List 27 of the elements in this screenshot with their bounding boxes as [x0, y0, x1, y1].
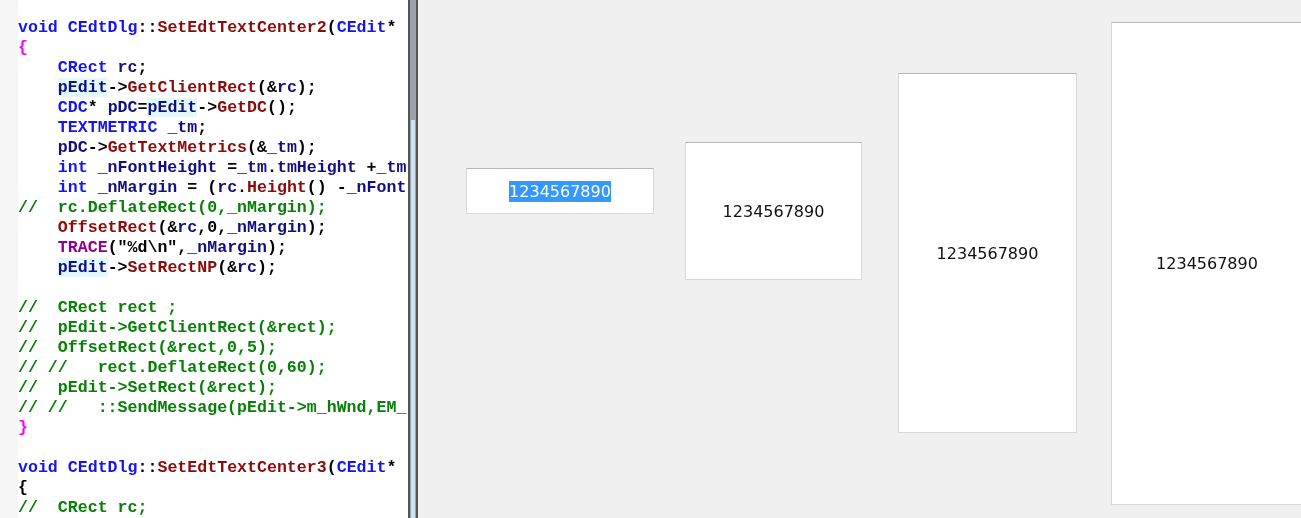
code-line: int _nMargin = (rc.Height() -_nFont — [57, 178, 407, 198]
code-line: TRACE("%d\n",_nMargin); — [57, 238, 287, 258]
code-line: // CRect rect ; — [18, 298, 178, 318]
text-field[interactable]: 1234567890 — [898, 73, 1077, 433]
code-line: pDC->GetTextMetrics(&_tm); — [57, 138, 317, 158]
code-line: // OffsetRect(&rect,0,5); — [18, 338, 277, 358]
text-field[interactable]: 1234567890 — [685, 142, 862, 280]
code-line: OffsetRect(&rc,0,_nMargin); — [57, 218, 327, 238]
code-line: { — [18, 38, 28, 58]
code-line: pEdit->GetClientRect(&rc); — [57, 78, 317, 98]
code-line: // rc.DeflateRect(0,_nMargin); — [18, 198, 327, 218]
code-line: // // ::SendMessage(pEdit->m_hWnd,EM_ — [18, 398, 407, 418]
code-line: CRect rc; — [57, 58, 148, 78]
code-line: int _nFontHeight =_tm.tmHeight +_tm — [57, 158, 407, 178]
text-field[interactable]: 1234567890 — [1111, 22, 1301, 505]
code-line: // pEdit->GetClientRect(&rect); — [18, 318, 337, 338]
code-line: // CRect rc; — [18, 498, 148, 518]
code-line: CDC* pDC=pEdit->GetDC(); — [57, 98, 297, 118]
code-line: // // rect.DeflateRect(0,60); — [18, 358, 327, 378]
code-line: void CEdtDlg::SetEdtTextCenter3(CEdit* — [18, 458, 397, 478]
code-line: } — [18, 418, 28, 438]
code-line: // pEdit->SetRect(&rect); — [18, 378, 277, 398]
code-editor[interactable] — [0, 0, 408, 518]
code-line: pEdit->SetRectNP(&rc); — [57, 258, 277, 278]
code-line: TEXTMETRIC _tm; — [57, 118, 208, 138]
code-line: void CEdtDlg::SetEdtTextCenter2(CEdit* — [18, 18, 397, 38]
code-line: { — [18, 478, 28, 498]
